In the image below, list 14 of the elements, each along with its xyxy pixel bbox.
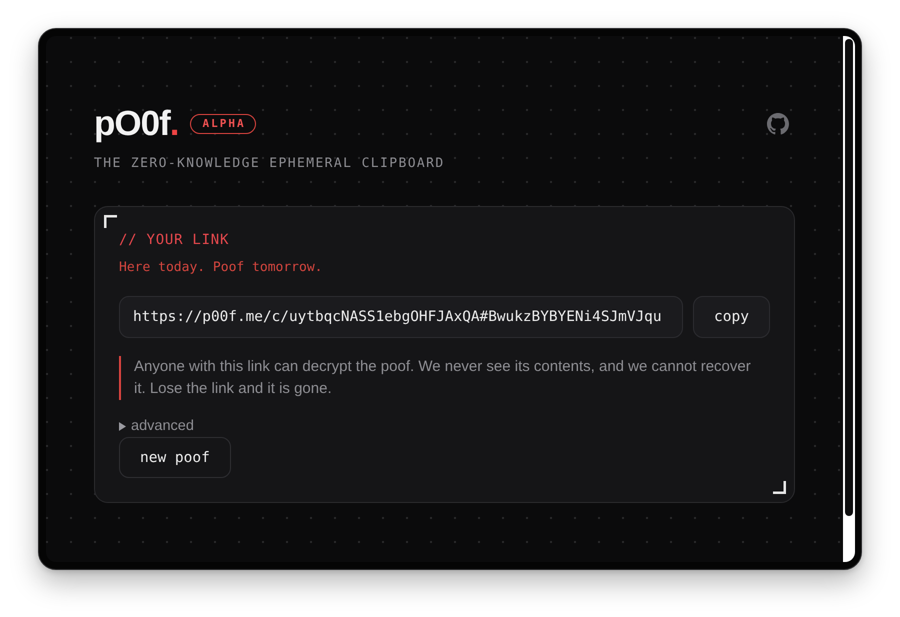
new-poof-button[interactable]: new poof: [119, 437, 231, 478]
card-subtitle: Here today. Poof tomorrow.: [119, 259, 324, 277]
corner-bracket-icon: [104, 215, 117, 228]
advanced-toggle[interactable]: advanced: [119, 417, 194, 435]
copy-button[interactable]: copy: [693, 296, 770, 338]
scrollbar-thumb[interactable]: [845, 39, 853, 516]
stage-badge: ALPHA: [190, 114, 256, 134]
tagline: THE ZERO-KNOWLEDGE EPHEMERAL CLIPBOARD: [94, 156, 446, 172]
logo-wordmark: pO0f.: [94, 106, 178, 141]
warning-note: Anyone with this link can decrypt the poof. We never see its contents, and we cannot recover it. Lose the link and it is gone.: [119, 356, 759, 400]
link-field[interactable]: https://p00f.me/c/uytbqcNASS1ebgOHFJAxQA#BwukzBYBYENi4SJmVJqu: [119, 296, 683, 338]
github-icon[interactable]: [767, 112, 789, 134]
corner-bracket-icon: [773, 481, 786, 494]
section-label: // YOUR LINK: [119, 231, 230, 249]
